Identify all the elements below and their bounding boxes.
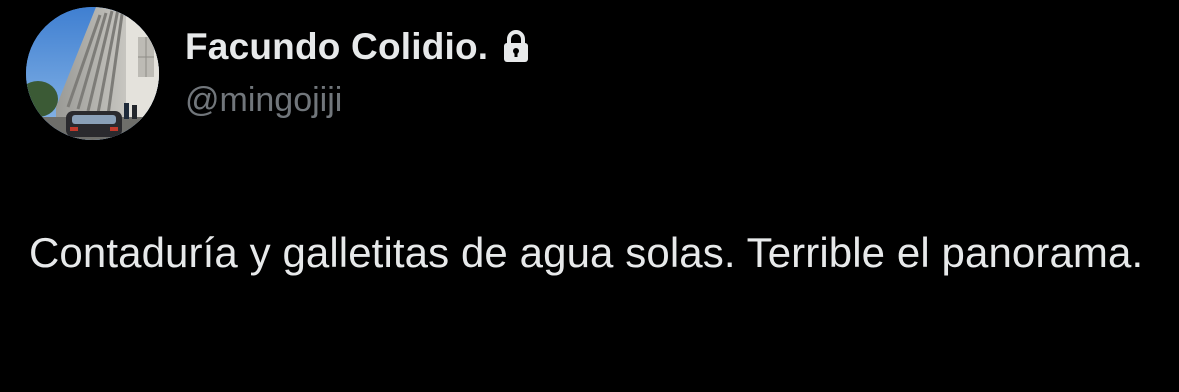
- building-photo: [26, 7, 159, 140]
- author-name-row[interactable]: Facundo Colidio.: [185, 22, 530, 72]
- tweet-text: Contaduría y galletitas de agua solas. T…: [29, 229, 1144, 276]
- tweet-card: Facundo Colidio. @mingojiji Contaduría y…: [0, 0, 1179, 392]
- lock-icon: [502, 30, 530, 64]
- avatar[interactable]: [26, 7, 159, 140]
- author-handle[interactable]: @mingojiji: [185, 81, 342, 120]
- author-display-name[interactable]: Facundo Colidio.: [185, 26, 488, 68]
